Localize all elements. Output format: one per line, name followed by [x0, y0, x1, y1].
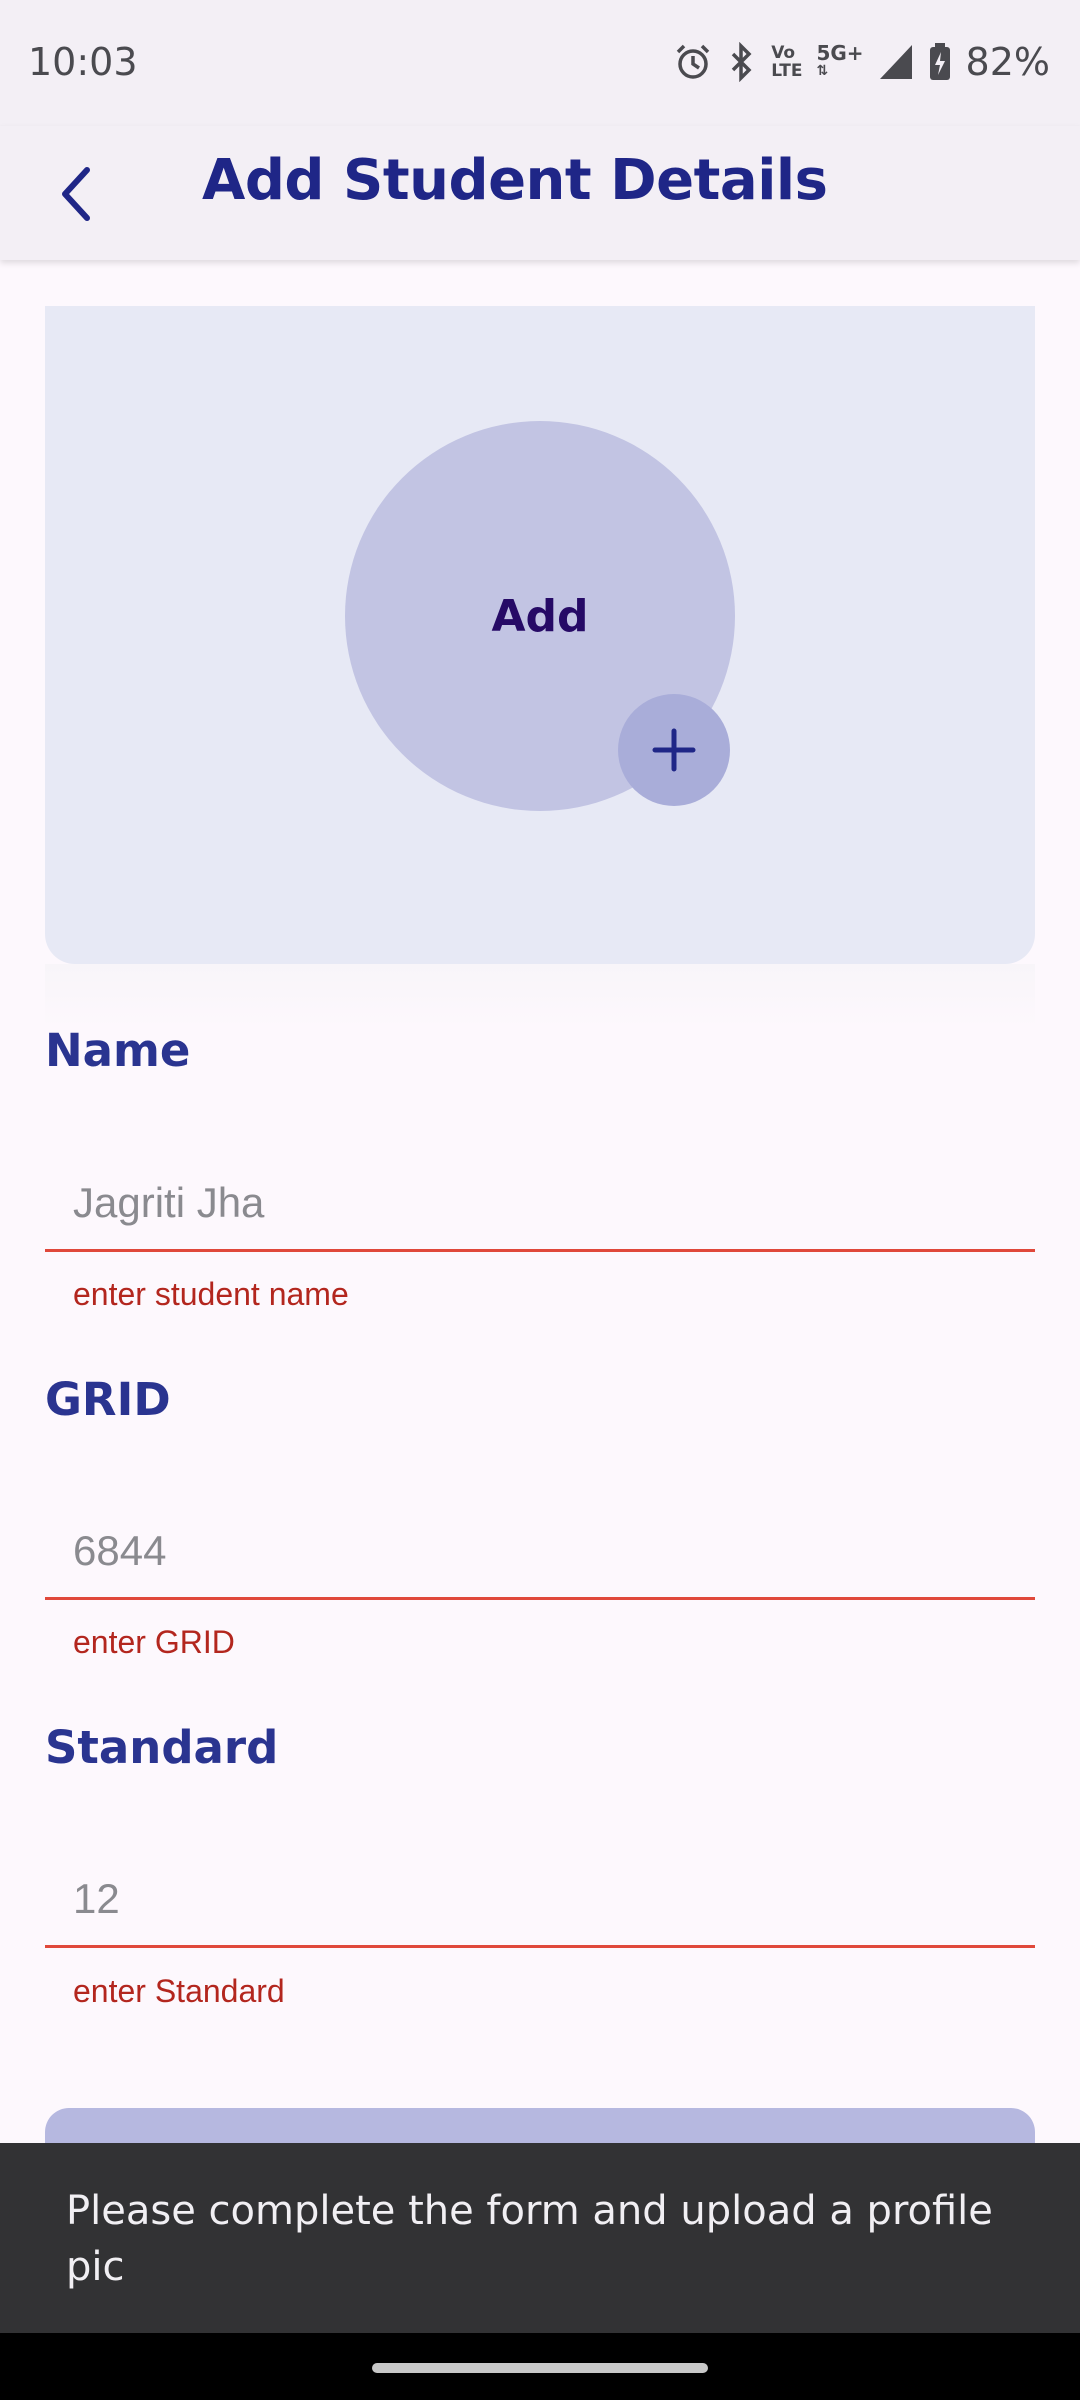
volte-bottom: LTE	[771, 61, 803, 81]
network-5g-icon: 5G+ ⇅	[816, 41, 864, 80]
grid-label: GRID	[45, 1373, 171, 1426]
status-time: 10:03	[28, 40, 138, 84]
card-shadow	[45, 964, 1035, 1028]
snackbar: Please complete the form and upload a pr…	[0, 2143, 1080, 2333]
name-input[interactable]	[45, 1156, 1035, 1252]
status-icons: Vo LTE 5G+ ⇅ 82%	[673, 38, 1050, 86]
standard-input[interactable]	[45, 1852, 1035, 1948]
grid-error: enter GRID	[73, 1624, 235, 1660]
name-error: enter student name	[73, 1276, 349, 1312]
signal-icon	[878, 43, 914, 81]
screen: 10:03 Vo LTE 5G+ ⇅ 82% Add Student Detai…	[0, 0, 1080, 2400]
name-label: Name	[45, 1024, 191, 1077]
battery-percent: 82%	[965, 40, 1050, 84]
app-bar: Add Student Details	[0, 126, 1080, 260]
avatar-label: Add	[491, 590, 589, 642]
status-bar: 10:03 Vo LTE 5G+ ⇅ 82%	[0, 0, 1080, 126]
grid-input[interactable]	[45, 1504, 1035, 1600]
navigation-bar	[0, 2333, 1080, 2400]
back-arrow-icon	[62, 167, 90, 221]
page-title: Add Student Details	[202, 148, 828, 213]
alarm-icon	[673, 42, 713, 82]
plus-icon	[652, 728, 696, 772]
data-arrows: ⇅	[816, 63, 829, 79]
snackbar-message: Please complete the form and upload a pr…	[66, 2188, 993, 2290]
standard-label: Standard	[45, 1721, 279, 1774]
volte-top: Vo	[771, 43, 796, 63]
bluetooth-icon	[727, 42, 757, 82]
battery-icon	[928, 42, 952, 82]
network-5g-label: 5G+	[816, 41, 864, 65]
standard-error: enter Standard	[73, 1973, 285, 2009]
home-indicator[interactable]	[372, 2363, 708, 2373]
volte-icon: Vo LTE	[771, 44, 802, 80]
add-photo-button[interactable]	[618, 694, 730, 806]
back-button[interactable]	[40, 156, 116, 232]
